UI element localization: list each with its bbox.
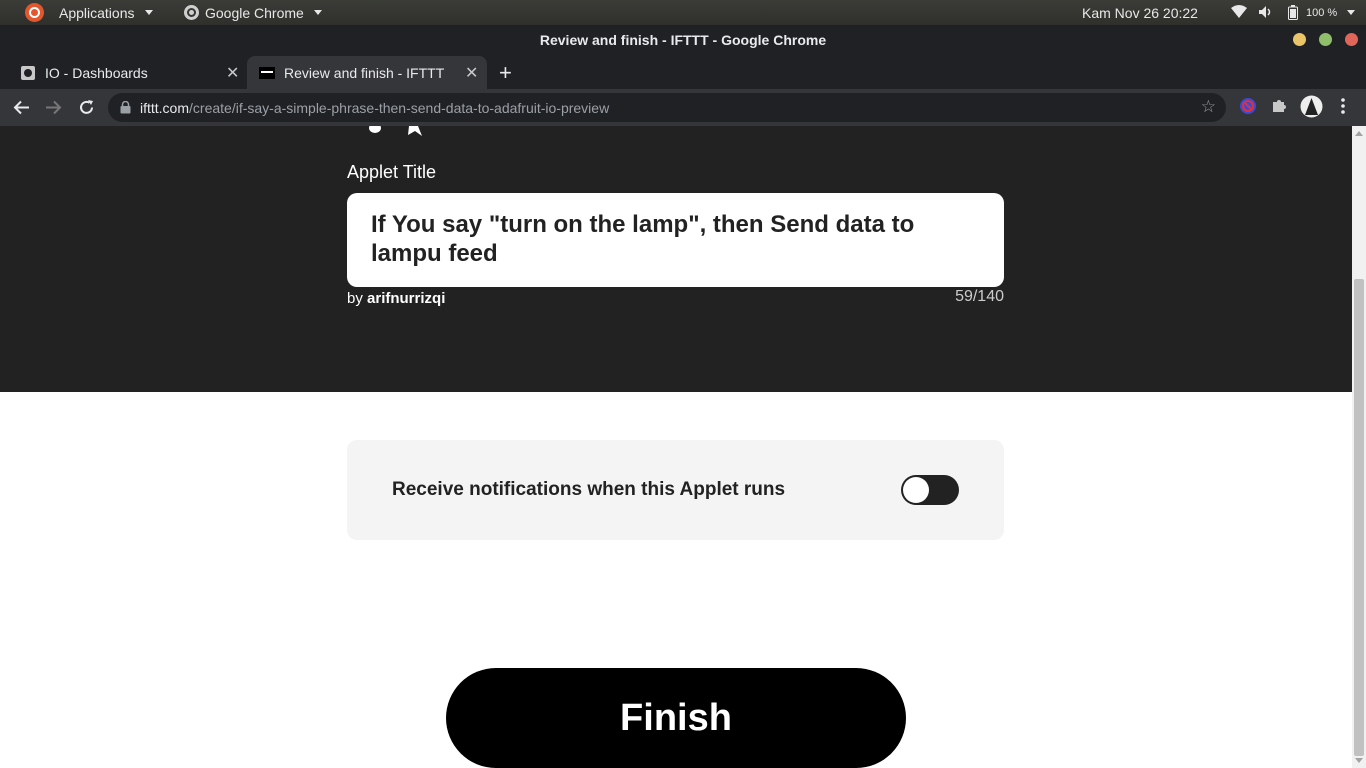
battery-percent: 100 %: [1306, 6, 1338, 19]
toggle-knob: [903, 477, 929, 503]
applications-menu[interactable]: Applications: [59, 0, 153, 25]
char-counter: 59/140: [955, 288, 1004, 305]
chevron-down-icon: [144, 10, 153, 15]
close-window-button[interactable]: [1345, 33, 1358, 46]
tab-label: IO - Dashboards: [45, 64, 148, 81]
applet-header: Applet Title If You say "turn on the lam…: [0, 126, 1352, 392]
url-path: /create/if-say-a-simple-phrase-then-send…: [189, 99, 610, 116]
applet-byline: by arifnurrizqi: [347, 290, 445, 307]
volume-icon[interactable]: [1258, 5, 1274, 19]
scrollbar-thumb[interactable]: [1354, 279, 1364, 756]
adafruit-io-favicon-icon: [21, 65, 35, 80]
ubuntu-logo-icon[interactable]: [25, 3, 44, 22]
address-bar[interactable]: ifttt.com/create/if-say-a-simple-phrase-…: [108, 93, 1226, 122]
scroll-down-icon[interactable]: [1355, 758, 1363, 763]
more-menu-icon[interactable]: [1340, 97, 1346, 115]
battery-status[interactable]: 100 %: [1306, 0, 1356, 25]
notification-toggle[interactable]: [901, 475, 959, 505]
extensions-puzzle-icon[interactable]: [1271, 97, 1288, 114]
clock-label: Kam Nov 26 20:22: [1082, 4, 1198, 21]
tab-review-and-finish[interactable]: Review and finish - IFTTT ✕: [247, 56, 487, 89]
bookmark-star-icon[interactable]: ☆: [1201, 97, 1216, 117]
battery-icon[interactable]: [1288, 5, 1298, 20]
ifttt-favicon-icon: [259, 66, 275, 79]
system-top-bar: Applications Google Chrome Kam Nov 26 20…: [0, 0, 1366, 25]
app-menu[interactable]: Google Chrome: [184, 0, 322, 25]
browser-toolbar: ifttt.com/create/if-say-a-simple-phrase-…: [0, 89, 1366, 126]
page-scrollbar[interactable]: [1352, 126, 1366, 768]
app-menu-label: Google Chrome: [205, 4, 304, 21]
minimize-button[interactable]: [1293, 33, 1306, 46]
url-host: ifttt.com: [140, 99, 190, 116]
applications-label: Applications: [59, 4, 135, 21]
notification-label: Receive notifications when this Applet r…: [392, 479, 786, 500]
blocker-extension-icon[interactable]: [1239, 97, 1257, 115]
chevron-down-icon: [1347, 10, 1356, 15]
tab-label: Review and finish - IFTTT: [284, 64, 445, 81]
applet-title-label: Applet Title: [347, 162, 437, 182]
reload-icon[interactable]: [78, 99, 95, 116]
service-icons-partial-icon: [369, 126, 422, 136]
profile-avatar[interactable]: [1300, 95, 1323, 118]
tab-strip: IO - Dashboards ✕ Review and finish - IF…: [0, 56, 1366, 89]
forward-icon[interactable]: [45, 99, 62, 116]
new-tab-icon[interactable]: +: [499, 60, 512, 86]
byline-prefix: by: [347, 290, 363, 307]
close-tab-icon[interactable]: ✕: [226, 63, 239, 83]
finish-button[interactable]: Finish: [446, 668, 906, 768]
tab-io-dashboards[interactable]: IO - Dashboards ✕: [8, 56, 246, 89]
clock[interactable]: Kam Nov 26 20:22: [1082, 0, 1198, 25]
wifi-icon[interactable]: [1231, 5, 1247, 19]
chevron-down-icon: [313, 10, 322, 15]
back-icon[interactable]: [13, 99, 30, 116]
chrome-icon: [184, 5, 199, 20]
scroll-up-icon[interactable]: [1355, 131, 1363, 136]
notification-setting: Receive notifications when this Applet r…: [347, 440, 1004, 540]
window-title: Review and finish - IFTTT - Google Chrom…: [539, 32, 827, 48]
page-content: Applet Title If You say "turn on the lam…: [0, 126, 1352, 768]
window-titlebar: Review and finish - IFTTT - Google Chrom…: [0, 25, 1366, 56]
maximize-button[interactable]: [1319, 33, 1332, 46]
author-name[interactable]: arifnurrizqi: [367, 290, 445, 307]
applet-title-input[interactable]: If You say "turn on the lamp", then Send…: [347, 193, 1004, 287]
lock-icon[interactable]: [120, 101, 131, 114]
close-tab-icon[interactable]: ✕: [465, 63, 478, 83]
